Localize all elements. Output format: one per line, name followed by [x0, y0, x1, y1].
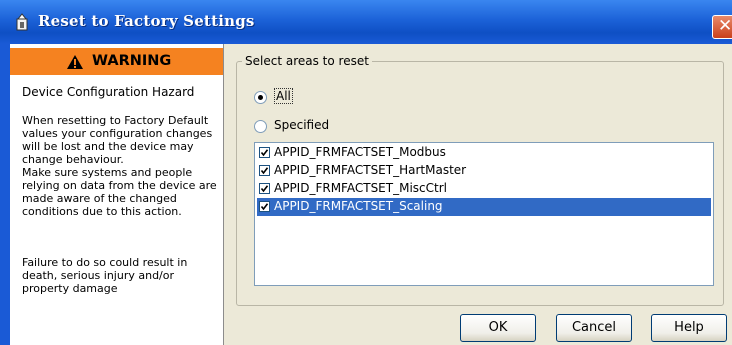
list-item-scaling[interactable]: APPID_FRMFACTSET_Scaling	[257, 198, 711, 216]
title-bar[interactable]: Reset to Factory Settings ✕	[0, 0, 732, 44]
warning-line: When resetting to Factory Default	[22, 114, 209, 127]
check-icon	[260, 167, 269, 175]
reset-factory-dialog: Reset to Factory Settings ✕ WARNING Devi…	[0, 0, 732, 345]
close-button[interactable]: ✕	[712, 15, 732, 39]
warning-line: relying on data from the device are	[22, 179, 217, 192]
radio-selected-dot	[258, 95, 263, 100]
warning-line: Failure to do so could result in	[22, 256, 188, 269]
list-item-miscctrl[interactable]: APPID_FRMFACTSET_MiscCtrl	[257, 180, 711, 198]
warning-line: death, serious injury and/or	[22, 269, 175, 282]
warning-banner: WARNING	[10, 48, 223, 75]
checkbox-scaling[interactable]	[259, 201, 270, 212]
check-icon	[260, 203, 269, 211]
cancel-button[interactable]: Cancel	[556, 314, 632, 342]
warning-panel: WARNING Device Configuration Hazard When…	[10, 44, 224, 345]
checkbox-modbus[interactable]	[259, 147, 270, 158]
list-item-label: APPID_FRMFACTSET_HartMaster	[274, 163, 467, 177]
warning-line: property damage	[22, 282, 118, 295]
warning-line: made aware of the changed	[22, 192, 177, 205]
list-item-hartmaster[interactable]: APPID_FRMFACTSET_HartMaster	[257, 162, 711, 180]
warning-line: will be lost and the device may	[22, 140, 194, 153]
reset-area-list[interactable]: APPID_FRMFACTSET_Modbus APPID_FRMFACTSET…	[254, 142, 714, 286]
ok-button[interactable]: OK	[460, 314, 536, 342]
list-item-modbus[interactable]: APPID_FRMFACTSET_Modbus	[257, 144, 711, 162]
list-item-label: APPID_FRMFACTSET_MiscCtrl	[274, 181, 447, 195]
warning-line: Make sure systems and people	[22, 166, 193, 179]
app-icon	[16, 13, 28, 31]
list-item-label: APPID_FRMFACTSET_Modbus	[274, 145, 446, 159]
warning-line: conditions due to this action.	[22, 205, 182, 218]
window-frame	[0, 44, 10, 345]
checkbox-miscctrl[interactable]	[259, 183, 270, 194]
radio-label-all[interactable]: All	[274, 88, 293, 104]
radio-label-specified[interactable]: Specified	[274, 118, 329, 132]
group-legend: Select areas to reset	[242, 54, 372, 68]
close-icon: ✕	[718, 16, 732, 36]
check-icon	[260, 185, 269, 193]
window-title: Reset to Factory Settings	[38, 12, 255, 30]
check-icon	[260, 149, 269, 157]
list-item-label: APPID_FRMFACTSET_Scaling	[274, 199, 443, 213]
warning-line: values your configuration changes	[22, 127, 213, 140]
help-button[interactable]: Help	[651, 314, 727, 342]
warning-line: change behaviour.	[22, 153, 124, 166]
radio-button-all[interactable]	[254, 91, 267, 104]
radio-button-specified[interactable]	[254, 120, 267, 133]
warning-icon	[67, 55, 83, 69]
checkbox-hartmaster[interactable]	[259, 165, 270, 176]
warning-heading: Device Configuration Hazard	[22, 85, 195, 99]
warning-title: WARNING	[92, 53, 172, 69]
